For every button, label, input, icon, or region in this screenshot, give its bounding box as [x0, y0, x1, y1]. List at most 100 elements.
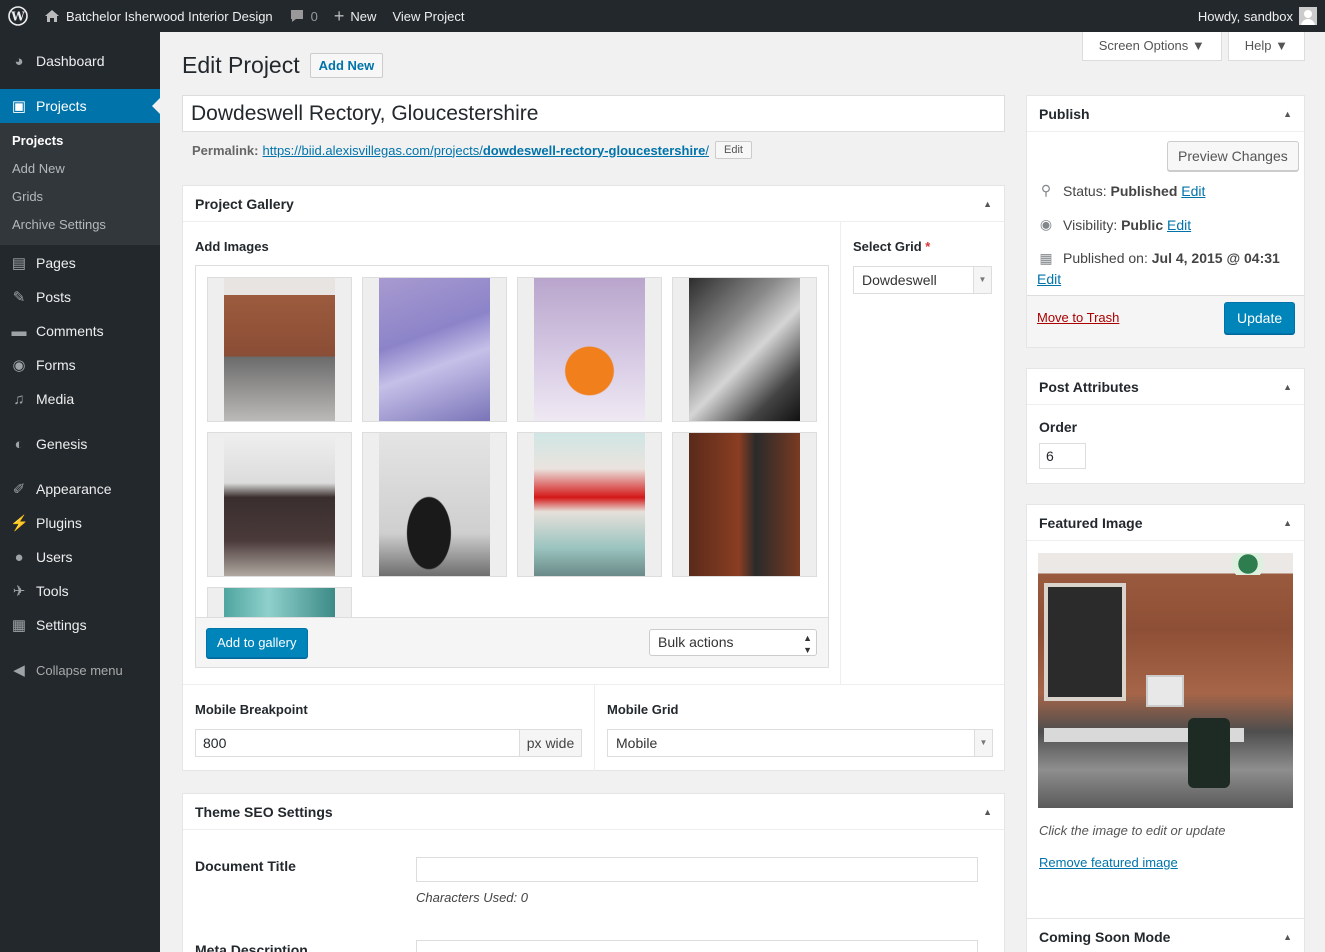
- update-button[interactable]: Update: [1224, 302, 1296, 334]
- gallery-thumbnail[interactable]: [517, 277, 662, 422]
- mobile-breakpoint-label: Mobile Breakpoint: [195, 702, 308, 717]
- published-on-edit-link[interactable]: Edit: [1037, 271, 1061, 287]
- published-on-row: ▦ Published on: Jul 4, 2015 @ 04:31: [1037, 250, 1279, 267]
- menu-plugins[interactable]: ⚡ Plugins: [0, 506, 160, 540]
- featured-image-header[interactable]: Featured Image ▲: [1027, 505, 1304, 541]
- menu-label: Pages: [36, 255, 76, 271]
- featured-image[interactable]: [1038, 553, 1293, 808]
- status-edit-link[interactable]: Edit: [1181, 183, 1205, 199]
- permalink-edit-button[interactable]: Edit: [715, 141, 752, 159]
- comment-icon: ▬: [11, 322, 27, 340]
- menu-projects[interactable]: ▣ Projects: [0, 89, 160, 123]
- gallery-footer: Add to gallery Bulk actions ▲ ▼: [196, 617, 828, 667]
- home-icon: [45, 10, 59, 22]
- move-to-trash-link[interactable]: Move to Trash: [1037, 310, 1119, 325]
- mobile-breakpoint-input[interactable]: 800 px wide: [195, 729, 582, 757]
- chandelier-shape: [1218, 553, 1278, 575]
- gallery-thumbnail[interactable]: [207, 277, 352, 422]
- submenu-archive-settings[interactable]: Archive Settings: [0, 211, 160, 239]
- permalink-label: Permalink:: [192, 142, 259, 158]
- permalink-base: https://biid.alexisvillegas.com/projects…: [262, 142, 483, 158]
- menu-forms[interactable]: ◉ Forms: [0, 348, 160, 382]
- comments-link[interactable]: 0: [281, 0, 326, 32]
- post-title-input[interactable]: Dowdeswell Rectory, Gloucestershire: [182, 95, 1005, 132]
- plugin-icon: ⚡: [10, 515, 29, 532]
- document-title-input[interactable]: [416, 857, 978, 882]
- featured-image-hint: Click the image to edit or update: [1039, 823, 1226, 838]
- post-attributes-header[interactable]: Post Attributes ▲: [1027, 369, 1304, 405]
- media-icon: ♫: [13, 390, 25, 408]
- gallery-thumbnail[interactable]: [517, 432, 662, 577]
- gallery-thumbnail[interactable]: [207, 587, 352, 617]
- wordpress-logo-icon[interactable]: W: [0, 0, 36, 32]
- howdy-text: Howdy, sandbox: [1197, 8, 1293, 24]
- add-new-button[interactable]: Add New: [309, 53, 384, 78]
- visibility-edit-link[interactable]: Edit: [1167, 217, 1191, 233]
- menu-tools[interactable]: ✈ Tools: [0, 574, 160, 608]
- remove-featured-image-link[interactable]: Remove featured image: [1039, 855, 1178, 870]
- site-name-link[interactable]: Batchelor Isherwood Interior Design: [36, 0, 281, 32]
- collapse-arrow-icon[interactable]: ▲: [983, 807, 992, 817]
- bulk-actions-select[interactable]: Bulk actions ▲ ▼: [649, 629, 817, 656]
- box-title: Theme SEO Settings: [195, 803, 333, 820]
- view-project-link[interactable]: View Project: [384, 0, 472, 32]
- bulk-actions-value: Bulk actions: [658, 634, 734, 650]
- screen-meta-links: Screen Options ▼ Help ▼: [1081, 32, 1305, 61]
- collapse-arrow-icon[interactable]: ▲: [1283, 932, 1292, 942]
- main-content: Screen Options ▼ Help ▼ Edit Project Add…: [160, 32, 1325, 952]
- submenu-projects[interactable]: Projects: [0, 127, 160, 155]
- order-label: Order: [1039, 419, 1078, 435]
- publish-header[interactable]: Publish ▲: [1027, 96, 1304, 132]
- menu-appearance[interactable]: ✐ Appearance: [0, 472, 160, 506]
- user-icon: ●: [14, 548, 24, 566]
- gallery-thumbnail[interactable]: [362, 432, 507, 577]
- meta-description-label: Meta Description: [195, 942, 308, 952]
- menu-comments[interactable]: ▬ Comments: [0, 314, 160, 348]
- gallery-thumbnail[interactable]: [362, 277, 507, 422]
- permalink-link[interactable]: https://biid.alexisvillegas.com/projects…: [262, 143, 709, 158]
- project-gallery-header[interactable]: Project Gallery ▲: [183, 186, 1004, 222]
- submenu-grids[interactable]: Grids: [0, 183, 160, 211]
- thumbnail-image: [689, 433, 800, 576]
- gallery-thumbnail[interactable]: [207, 432, 352, 577]
- menu-genesis[interactable]: ◐ Genesis: [0, 427, 160, 461]
- submenu-add-new[interactable]: Add New: [0, 155, 160, 183]
- settings-icon: ▦: [11, 617, 27, 634]
- thumbnail-image: [224, 588, 335, 617]
- genesis-icon: ◐: [14, 435, 24, 453]
- screen-options-button[interactable]: Screen Options ▼: [1081, 32, 1222, 61]
- theme-seo-header[interactable]: Theme SEO Settings ▲: [183, 794, 1004, 830]
- new-content-link[interactable]: + New: [326, 0, 385, 32]
- preview-changes-button[interactable]: Preview Changes: [1167, 141, 1299, 171]
- collapse-arrow-icon[interactable]: ▲: [1283, 518, 1292, 528]
- meta-description-input[interactable]: [416, 940, 978, 952]
- account-menu[interactable]: Howdy, sandbox: [1190, 0, 1325, 32]
- menu-media[interactable]: ♫ Media: [0, 382, 160, 416]
- status-label: Status:: [1063, 182, 1107, 199]
- menu-posts[interactable]: ✎ Posts: [0, 280, 160, 314]
- select-grid-dropdown[interactable]: Dowdeswell ▼: [853, 266, 992, 294]
- menu-users[interactable]: ● Users: [0, 540, 160, 574]
- permalink-slug: dowdeswell-rectory-gloucestershire: [482, 142, 706, 158]
- add-to-gallery-button[interactable]: Add to gallery: [206, 628, 308, 658]
- coming-soon-header[interactable]: Coming Soon Mode ▲: [1027, 919, 1304, 952]
- pin-icon: ✎: [12, 289, 26, 306]
- gallery-thumbnail[interactable]: [672, 432, 817, 577]
- help-button[interactable]: Help ▼: [1227, 32, 1305, 61]
- collapse-arrow-icon[interactable]: ▲: [1283, 109, 1292, 119]
- thumbnail-image: [379, 278, 490, 421]
- collapse-arrow-icon[interactable]: ▲: [983, 199, 992, 209]
- permalink: Permalink: https://biid.alexisvillegas.c…: [192, 141, 752, 159]
- comments-count: 0: [310, 8, 318, 24]
- collapse-arrow-icon[interactable]: ▲: [1283, 382, 1292, 392]
- forms-icon: ◉: [12, 357, 26, 374]
- menu-pages[interactable]: ▤ Pages: [0, 246, 160, 280]
- mobile-grid-dropdown[interactable]: Mobile ▼: [607, 729, 993, 757]
- svg-text:W: W: [10, 10, 25, 24]
- menu-dashboard[interactable]: ◕ Dashboard: [0, 44, 160, 78]
- gallery-thumbnail[interactable]: [672, 277, 817, 422]
- order-input[interactable]: 6: [1039, 443, 1086, 469]
- menu-settings[interactable]: ▦ Settings: [0, 608, 160, 642]
- collapse-menu-button[interactable]: ◀ Collapse menu: [0, 653, 160, 687]
- menu-label: Posts: [36, 289, 72, 305]
